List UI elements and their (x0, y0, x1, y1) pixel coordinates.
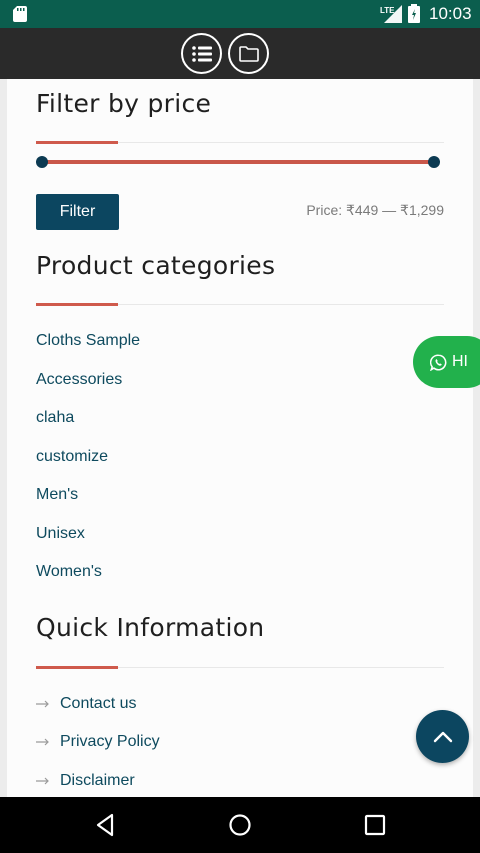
arrow-right-icon (36, 777, 49, 785)
category-link[interactable]: Men's (36, 486, 78, 504)
top-nav (0, 28, 480, 79)
category-link[interactable]: Accessories (36, 371, 122, 389)
whatsapp-chat-button[interactable]: HI (413, 336, 480, 388)
filter-by-price-title: Filter by price (36, 89, 212, 118)
category-link[interactable]: Unisex (36, 525, 85, 543)
sidebar-widgets: Filter by price Filter Price: ₹449 — ₹1,… (7, 79, 473, 797)
clock: 10:03 (429, 4, 472, 23)
price-slider-track (42, 160, 434, 164)
quick-info-label: Disclaimer (60, 772, 135, 789)
price-slider-min-handle[interactable] (36, 156, 48, 168)
filter-button[interactable]: Filter (36, 194, 119, 230)
category-link[interactable]: customize (36, 448, 108, 466)
quick-info-label: Contact us (60, 695, 137, 712)
category-link[interactable]: Cloths Sample (36, 332, 140, 350)
scroll-to-top-button[interactable] (416, 710, 469, 763)
whatsapp-icon (430, 354, 447, 371)
quick-info-link[interactable]: Disclaimer (36, 772, 135, 790)
title-underline (36, 303, 118, 306)
status-bar: LTE 10:03 (0, 0, 480, 28)
title-underline (36, 666, 118, 669)
quick-info-link[interactable]: Privacy Policy (36, 733, 160, 751)
android-nav-bar (0, 797, 480, 853)
arrow-right-icon (36, 738, 49, 746)
sd-card-icon (13, 6, 27, 22)
title-underline (36, 141, 118, 144)
quick-info-label: Privacy Policy (60, 733, 160, 750)
price-range-label: Price: ₹449 — ₹1,299 (306, 202, 444, 218)
menu-button[interactable] (181, 33, 222, 74)
home-icon[interactable] (227, 812, 253, 838)
menu-list-icon (191, 45, 212, 62)
category-link[interactable]: Women's (36, 563, 102, 581)
chevron-up-icon (433, 731, 452, 742)
category-link[interactable]: claha (36, 409, 74, 427)
signal-icon: LTE (380, 5, 402, 23)
battery-icon (408, 4, 420, 23)
folder-icon (238, 45, 259, 62)
price-slider-max-handle[interactable] (428, 156, 440, 168)
folder-button[interactable] (228, 33, 269, 74)
recents-icon[interactable] (362, 812, 388, 838)
arrow-right-icon (36, 700, 49, 708)
svg-text:LTE: LTE (380, 6, 395, 15)
whatsapp-label: HI (452, 353, 468, 370)
quick-info-link[interactable]: Contact us (36, 695, 136, 713)
quick-information-title: Quick Information (36, 613, 265, 642)
back-icon[interactable] (92, 812, 118, 838)
product-categories-title: Product categories (36, 251, 276, 280)
